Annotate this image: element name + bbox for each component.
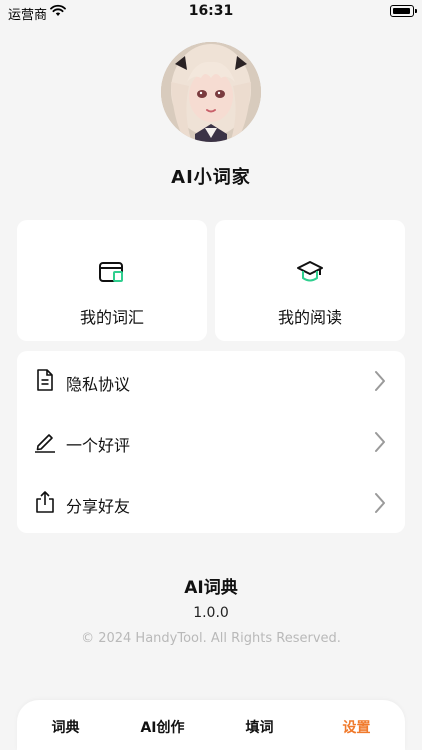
wordbook-icon	[99, 262, 123, 282]
battery-icon	[390, 5, 417, 17]
my-vocabulary-card[interactable]: 我的词汇	[17, 220, 207, 341]
copyright-text: © 2024 HandyTool. All Rights Reserved.	[81, 631, 341, 646]
menu-item-label: 隐私协议	[66, 375, 131, 394]
my-vocabulary-label: 我的词汇	[79, 308, 144, 327]
menu-item-label: 分享好友	[66, 497, 131, 516]
my-reading-label: 我的阅读	[277, 308, 342, 327]
tab-settings[interactable]: 设置	[308, 717, 405, 737]
chevron-right-icon	[375, 371, 385, 391]
tab-bar: 词典 AI创作 填词 设置	[17, 700, 405, 750]
tab-fill-words[interactable]: 填词	[211, 717, 308, 737]
my-reading-card[interactable]: 我的阅读	[215, 220, 405, 341]
avatar[interactable]	[161, 42, 261, 142]
menu-item-privacy[interactable]: 隐私协议	[17, 351, 405, 411]
menu-item-label: 一个好评	[66, 436, 131, 455]
menu-item-share[interactable]: 分享好友	[17, 473, 405, 533]
pencil-icon	[35, 434, 55, 453]
chevron-right-icon	[375, 432, 385, 452]
settings-menu: 隐私协议 一个好评 分享好友	[17, 351, 405, 533]
app-version: 1.0.0	[193, 605, 229, 621]
chevron-right-icon	[375, 493, 385, 513]
about-title: AI词典	[184, 578, 238, 598]
menu-item-rate[interactable]: 一个好评	[17, 412, 405, 472]
app-name: AI小词家	[171, 167, 251, 188]
tab-dictionary[interactable]: 词典	[17, 717, 114, 737]
document-icon	[37, 369, 53, 391]
status-time: 16:31	[188, 3, 234, 19]
status-bar: 运营商 16:31	[0, 0, 422, 24]
share-icon	[36, 491, 54, 513]
graduation-cap-icon	[297, 261, 323, 282]
anime-girl-avatar-image	[161, 42, 261, 142]
tab-ai-create[interactable]: AI创作	[114, 717, 211, 737]
